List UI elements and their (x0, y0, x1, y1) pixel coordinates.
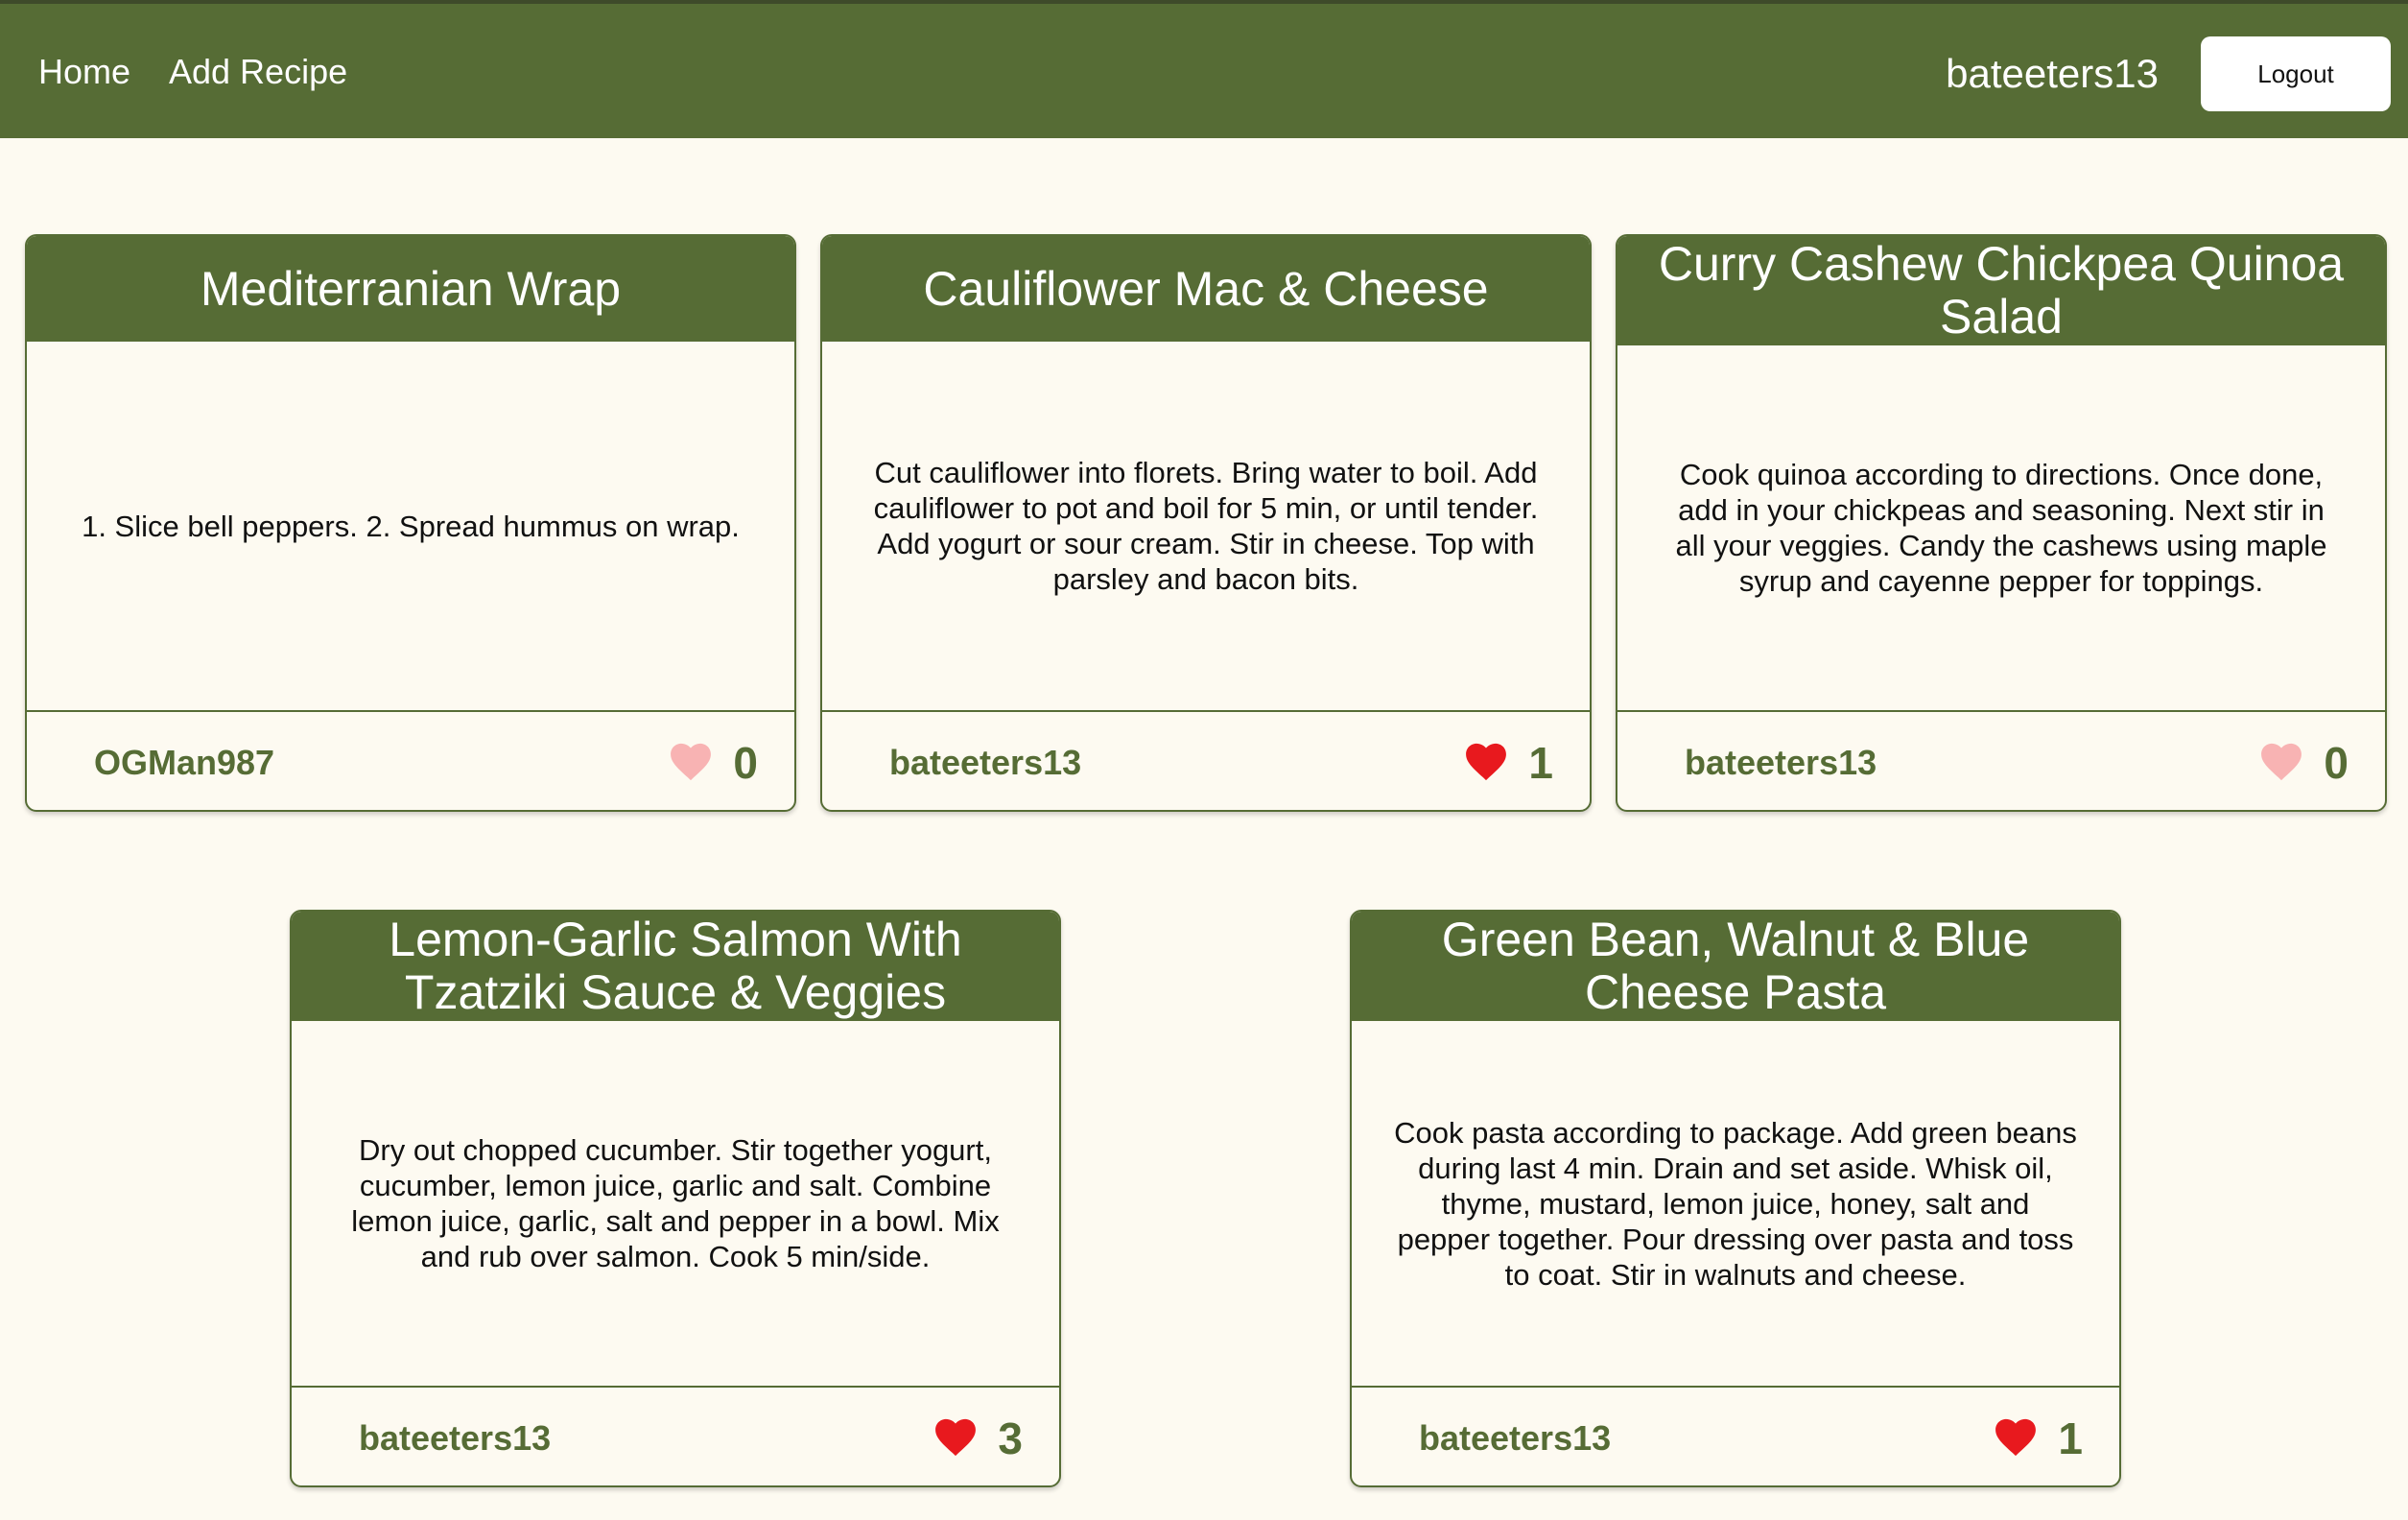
recipe-author[interactable]: bateeters13 (359, 1416, 551, 1461)
heart-icon[interactable] (1995, 1418, 2037, 1457)
recipe-title: Cauliflower Mac & Cheese (822, 236, 1590, 342)
like-count: 1 (2058, 1413, 2083, 1463)
recipe-instructions: Cut cauliflower into florets. Bring wate… (822, 342, 1590, 712)
recipe-title: Green Bean, Walnut & Blue Cheese Pasta (1352, 912, 2119, 1021)
recipe-author[interactable]: bateeters13 (1685, 741, 1877, 785)
recipe-author[interactable]: bateeters13 (1419, 1416, 1611, 1461)
current-username: bateeters13 (1946, 51, 2159, 96)
heart-icon[interactable] (934, 1418, 977, 1457)
recipe-instructions: Cook quinoa according to directions. Onc… (1617, 345, 2385, 712)
recipe-card: Mediterranian Wrap 1. Slice bell peppers… (25, 234, 796, 812)
recipe-card: Curry Cashew Chickpea Quinoa Salad Cook … (1616, 234, 2387, 812)
nav-home-link[interactable]: Home (38, 48, 130, 96)
like-count: 3 (998, 1413, 1023, 1463)
recipe-title: Lemon-Garlic Salmon With Tzatziki Sauce … (292, 912, 1059, 1021)
logout-button[interactable]: Logout (2201, 36, 2391, 111)
like-count: 1 (1528, 738, 1553, 788)
recipe-author[interactable]: bateeters13 (889, 741, 1081, 785)
recipe-instructions: Cook pasta according to package. Add gre… (1352, 1021, 2119, 1388)
recipe-instructions: Dry out chopped cucumber. Stir together … (292, 1021, 1059, 1388)
heart-icon[interactable] (670, 743, 712, 781)
recipe-footer: bateeters13 1 (1352, 1388, 2119, 1485)
recipe-footer: OGMan987 0 (27, 712, 794, 810)
like-count: 0 (2324, 738, 2349, 788)
recipe-footer: bateeters13 0 (1617, 712, 2385, 810)
recipe-card: Cauliflower Mac & Cheese Cut cauliflower… (820, 234, 1592, 812)
recipe-footer: bateeters13 3 (292, 1388, 1059, 1485)
recipe-title: Curry Cashew Chickpea Quinoa Salad (1617, 236, 2385, 345)
recipe-title: Mediterranian Wrap (27, 236, 794, 342)
nav-add-recipe-link[interactable]: Add Recipe (169, 48, 347, 96)
recipe-card: Lemon-Garlic Salmon With Tzatziki Sauce … (290, 910, 1061, 1487)
recipe-footer: bateeters13 1 (822, 712, 1590, 810)
recipe-card: Green Bean, Walnut & Blue Cheese Pasta C… (1350, 910, 2121, 1487)
heart-icon[interactable] (1465, 743, 1507, 781)
like-count: 0 (733, 738, 758, 788)
recipe-author[interactable]: OGMan987 (94, 741, 274, 785)
navbar: Home Add Recipe bateeters13 Logout (0, 0, 2408, 138)
recipe-instructions: 1. Slice bell peppers. 2. Spread hummus … (27, 342, 794, 712)
heart-icon[interactable] (2260, 743, 2302, 781)
